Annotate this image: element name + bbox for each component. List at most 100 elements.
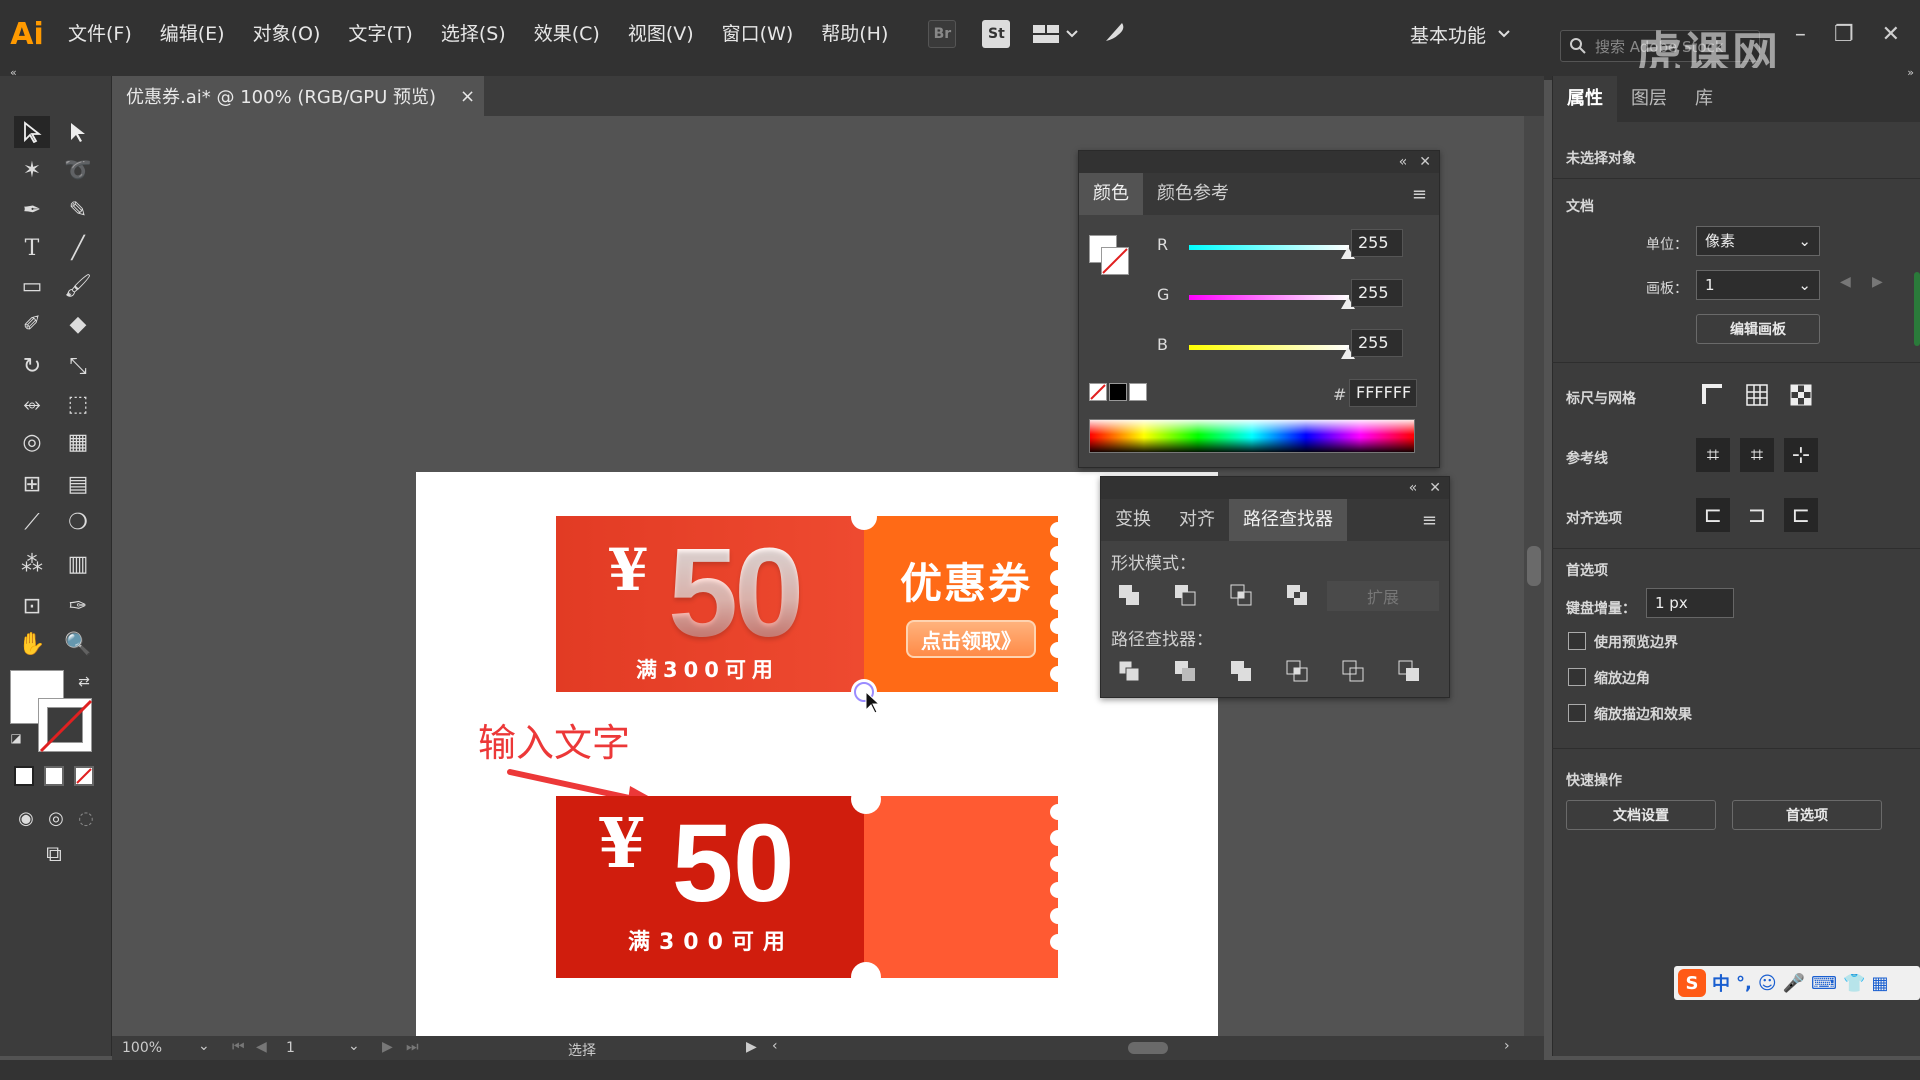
artboard-number[interactable]: 1 — [286, 1040, 295, 1056]
first-artboard-icon[interactable]: ⏮ — [232, 1039, 245, 1055]
align-key-object-icon[interactable]: ⊏ — [1784, 498, 1818, 532]
none-swatch[interactable] — [1089, 383, 1107, 401]
scale-strokes-checkbox[interactable] — [1568, 704, 1586, 722]
scale-corners-checkbox[interactable] — [1568, 668, 1586, 686]
prev-artboard-nav-icon[interactable]: ◀ — [256, 1039, 267, 1055]
scale-tool-icon[interactable]: ⤡ — [60, 350, 96, 382]
minus-back-icon[interactable] — [1395, 657, 1423, 685]
restore-icon[interactable]: ❐ — [1834, 22, 1854, 47]
lock-guides-icon[interactable]: ⌗ — [1740, 438, 1774, 472]
ime-toolbar[interactable]: S 中 °, ☺ 🎤 ⌨ 👕 ▦ — [1674, 966, 1920, 1000]
magic-wand-tool-icon[interactable]: ✶ — [14, 154, 50, 186]
intersect-icon[interactable] — [1227, 581, 1255, 609]
preview-bounds-checkbox[interactable] — [1568, 632, 1586, 650]
status-menu-icon[interactable]: ▶ — [746, 1039, 757, 1055]
swap-fill-stroke-icon[interactable]: ⇄ — [72, 670, 96, 694]
tab-pathfinder[interactable]: 路径查找器 — [1229, 499, 1347, 541]
preferences-button[interactable]: 首选项 — [1732, 800, 1882, 830]
coupon2-right-panel[interactable] — [864, 796, 1058, 978]
blue-slider[interactable] — [1189, 345, 1349, 350]
tab-color-guide[interactable]: 颜色参考 — [1143, 173, 1243, 215]
ime-mode-label[interactable]: 中 — [1712, 970, 1730, 996]
eraser-tool-icon[interactable]: ◆ — [60, 308, 96, 340]
menu-help[interactable]: 帮助(H) — [807, 0, 902, 68]
hand-tool-icon[interactable]: ✋ — [14, 628, 50, 660]
gradient-mode-icon[interactable] — [44, 766, 64, 786]
column-graph-tool-icon[interactable]: ▥ — [60, 548, 96, 580]
minimize-icon[interactable]: – — [1795, 22, 1806, 47]
unite-icon[interactable] — [1115, 581, 1143, 609]
feather-icon[interactable] — [1102, 19, 1128, 49]
hex-value-input[interactable]: FFFFFF — [1349, 379, 1417, 407]
mesh-tool-icon[interactable]: ⊞ — [14, 468, 50, 500]
menu-effect[interactable]: 效果(C) — [520, 0, 614, 68]
last-artboard-icon[interactable]: ⏭ — [406, 1039, 419, 1055]
align-to-pixel-icon[interactable]: ⊏ — [1696, 498, 1730, 532]
free-transform-tool-icon[interactable]: ⬚ — [60, 388, 96, 420]
line-tool-icon[interactable]: ╱ — [60, 232, 96, 264]
none-mode-icon[interactable] — [74, 766, 94, 786]
transparency-grid-icon[interactable] — [1784, 378, 1818, 412]
smart-guides-icon[interactable]: ⊹ — [1784, 438, 1818, 472]
next-artboard-nav-icon[interactable]: ▶ — [382, 1039, 393, 1055]
width-tool-icon[interactable]: ⥈ — [14, 388, 50, 420]
direct-selection-tool-icon[interactable] — [60, 116, 96, 148]
expand-button[interactable]: 扩展 — [1327, 581, 1439, 611]
ime-skin-icon[interactable]: 👕 — [1843, 973, 1865, 994]
slice-tool-icon[interactable]: ✑ — [60, 590, 96, 622]
vertical-scroll-thumb[interactable] — [1527, 546, 1541, 586]
zoom-tool-icon[interactable]: 🔍 — [60, 628, 96, 660]
close-tab-icon[interactable]: × — [460, 86, 475, 107]
close-panel-icon[interactable]: ✕ — [1429, 480, 1441, 496]
panel-menu-icon[interactable]: ≡ — [1422, 510, 1437, 531]
workspace-switcher[interactable]: 基本功能 — [1410, 0, 1510, 68]
type-tool-icon[interactable]: T — [14, 232, 50, 264]
gradient-tool-icon[interactable]: ▤ — [60, 468, 96, 500]
grid-icon[interactable] — [1740, 378, 1774, 412]
panel-menu-icon[interactable]: ≡ — [1412, 184, 1427, 205]
rectangle-tool-icon[interactable]: ▭ — [14, 270, 50, 302]
unit-select[interactable]: 像素 ⌄ — [1696, 226, 1820, 256]
menu-select[interactable]: 选择(S) — [427, 0, 520, 68]
exclude-icon[interactable] — [1283, 581, 1311, 609]
next-artboard-icon[interactable]: ▶ — [1872, 274, 1883, 290]
zoom-level[interactable]: 100% — [122, 1040, 162, 1056]
black-swatch[interactable] — [1109, 383, 1127, 401]
close-panel-icon[interactable]: ✕ — [1419, 154, 1431, 170]
default-fill-stroke-icon[interactable]: ◪ — [4, 726, 28, 750]
blend-tool-icon[interactable]: ❍ — [60, 506, 96, 538]
tab-transform[interactable]: 变换 — [1101, 499, 1165, 541]
zoom-dropdown-icon[interactable]: ⌄ — [198, 1038, 210, 1054]
shape-builder-tool-icon[interactable]: ◎ — [14, 426, 50, 458]
menu-window[interactable]: 窗口(W) — [708, 0, 808, 68]
scroll-left-icon[interactable]: ‹ — [772, 1038, 778, 1054]
perspective-grid-tool-icon[interactable]: ▦ — [60, 426, 96, 458]
arrange-documents-icon[interactable] — [1032, 23, 1079, 45]
red-slider[interactable] — [1189, 245, 1349, 250]
keyboard-increment-input[interactable]: 1 px — [1646, 588, 1734, 618]
menu-object[interactable]: 对象(O) — [239, 0, 335, 68]
trim-icon[interactable] — [1171, 657, 1199, 685]
eyedropper-tool-icon[interactable]: ⟋ — [14, 506, 50, 538]
red-value-input[interactable]: 255 — [1351, 229, 1403, 257]
tab-align[interactable]: 对齐 — [1165, 499, 1229, 541]
menu-type[interactable]: 文字(T) — [334, 0, 426, 68]
stroke-swatch[interactable] — [38, 698, 93, 753]
artboard-tool-icon[interactable]: ⊡ — [14, 590, 50, 622]
menu-edit[interactable]: 编辑(E) — [146, 0, 239, 68]
horizontal-scroll-thumb[interactable] — [1128, 1042, 1168, 1054]
menu-file[interactable]: 文件(F) — [54, 0, 146, 68]
ime-toolbox-icon[interactable]: ▦ — [1871, 973, 1888, 994]
outline-icon[interactable] — [1339, 657, 1367, 685]
scroll-right-icon[interactable]: › — [1504, 1038, 1510, 1054]
ime-keyboard-icon[interactable]: ⌨ — [1811, 973, 1837, 994]
bridge-icon[interactable]: Br — [928, 20, 957, 48]
draw-inside-icon[interactable]: ◌ — [68, 802, 104, 834]
ime-emoji-icon[interactable]: ☺ — [1758, 973, 1777, 994]
rotate-tool-icon[interactable]: ↻ — [14, 350, 50, 382]
edit-artboard-button[interactable]: 编辑画板 — [1696, 314, 1820, 344]
collapse-panel-icon[interactable]: « — [1399, 154, 1408, 170]
crop-icon[interactable] — [1283, 657, 1311, 685]
vertical-scrollbar[interactable] — [1524, 116, 1544, 1036]
curvature-tool-icon[interactable]: ✎ — [60, 194, 96, 226]
